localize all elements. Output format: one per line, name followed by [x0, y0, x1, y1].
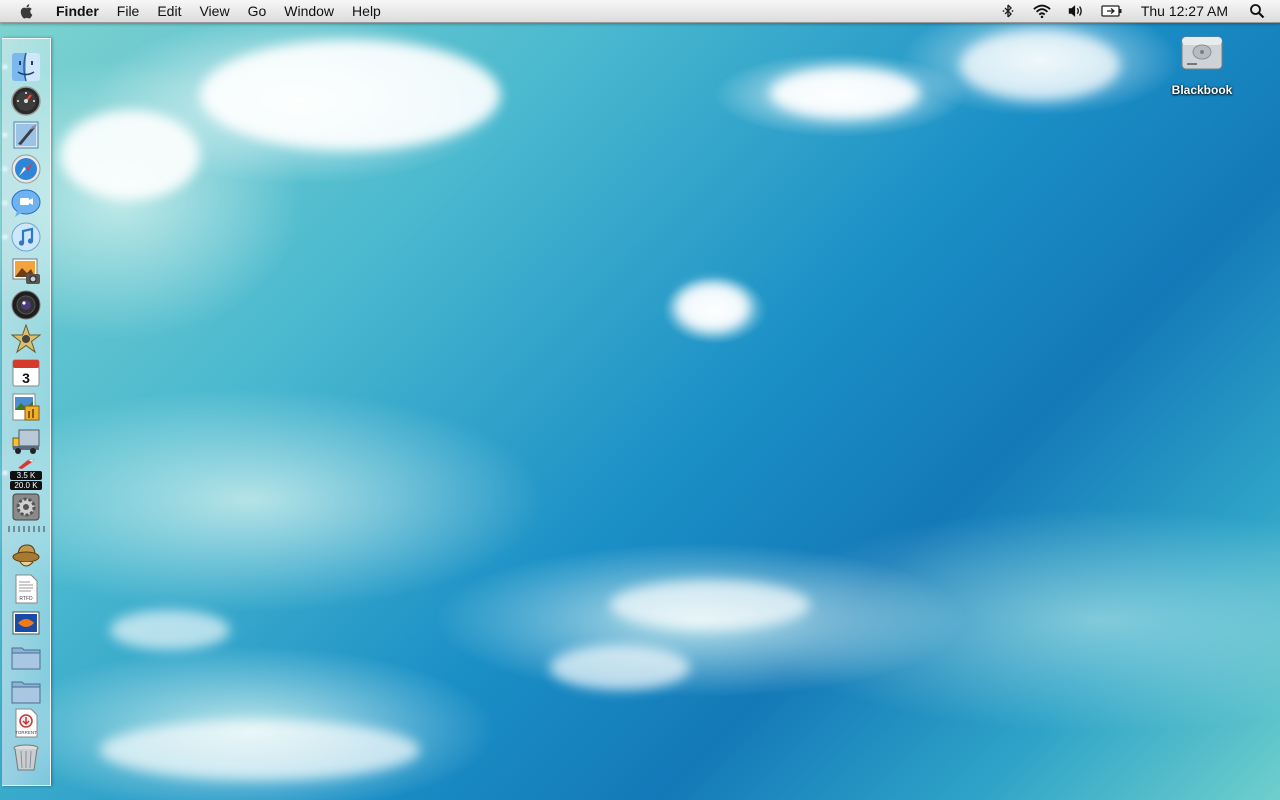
dock-ichat[interactable]	[10, 187, 42, 219]
spotlight-icon[interactable]	[1248, 3, 1266, 19]
menu-extras: Thu 12:27 AM	[991, 0, 1280, 22]
running-indicator	[3, 65, 7, 69]
running-indicator	[3, 133, 7, 137]
iphoto-icon	[12, 258, 40, 284]
dock-trash[interactable]	[10, 741, 42, 773]
menu-file[interactable]: File	[108, 0, 149, 22]
dock-separator	[8, 526, 46, 532]
preview-icon	[12, 393, 40, 421]
dock-mail[interactable]	[10, 119, 42, 151]
menu-window[interactable]: Window	[275, 0, 343, 22]
ical-icon: 3	[12, 359, 40, 387]
dock-torrent-document[interactable]: TORRENT	[10, 707, 42, 739]
battery-icon[interactable]	[1101, 3, 1123, 19]
dock-itunes[interactable]	[10, 221, 42, 253]
desktop-drive-blackbook[interactable]: Blackbook	[1163, 30, 1241, 97]
dock-folder[interactable]	[10, 641, 42, 673]
delivery-truck-icon	[12, 429, 40, 454]
system-preferences-icon	[12, 493, 40, 521]
imovie-icon	[11, 324, 41, 354]
cloud	[610, 580, 810, 630]
dock-ical[interactable]: 3	[10, 357, 42, 389]
cloud	[100, 720, 420, 780]
ical-day: 3	[22, 370, 30, 386]
running-indicator	[3, 201, 7, 205]
cloud	[770, 68, 920, 118]
dock-safari[interactable]	[10, 153, 42, 185]
folder-icon	[11, 647, 41, 670]
picture-document-icon	[12, 611, 40, 635]
dock: 3 3.5 K 20.0 K RTFD TORRENT	[2, 38, 51, 786]
cloud	[550, 645, 690, 690]
menu-help[interactable]: Help	[343, 0, 390, 22]
menu-edit[interactable]: Edit	[148, 0, 190, 22]
dock-preview[interactable]	[10, 391, 42, 423]
wifi-icon[interactable]	[1033, 3, 1051, 19]
net-download-rate: 20.0 K	[10, 481, 42, 490]
torrent-document-icon: TORRENT	[15, 708, 38, 738]
menu-go[interactable]: Go	[239, 0, 276, 22]
dock-folder[interactable]	[10, 675, 42, 707]
menu-clock[interactable]: Thu 12:27 AM	[1141, 3, 1228, 19]
hard-drive-icon	[1181, 36, 1223, 70]
mail-icon	[13, 121, 39, 149]
safari-icon	[11, 154, 41, 184]
dock-network-monitor[interactable]: 3.5 K 20.0 K	[10, 457, 42, 491]
dock-iphoto[interactable]	[10, 255, 42, 287]
menu-bar: Finder File Edit View Go Window Help Thu…	[0, 0, 1280, 23]
dock-picture-document[interactable]	[10, 607, 42, 639]
drive-label: Blackbook	[1171, 83, 1233, 97]
running-indicator	[3, 167, 7, 171]
itunes-icon	[11, 222, 41, 252]
dock-photo-booth[interactable]	[10, 289, 42, 321]
desktop-wallpaper	[0, 0, 1280, 800]
dock-finder[interactable]	[10, 51, 42, 83]
dock-system-preferences[interactable]	[10, 491, 42, 523]
folder-icon	[11, 681, 41, 704]
cloud	[675, 282, 750, 332]
cloud	[110, 610, 230, 650]
dock-delivery-app[interactable]	[10, 425, 42, 457]
photo-booth-icon	[11, 290, 41, 320]
finder-icon	[12, 52, 40, 82]
menu-app-finder[interactable]: Finder	[48, 0, 108, 22]
volume-icon[interactable]	[1067, 3, 1085, 19]
rtfd-label: RTFD	[19, 596, 33, 602]
network-monitor-icon	[18, 458, 35, 469]
ichat-icon	[11, 189, 41, 217]
apple-menu-icon[interactable]	[18, 2, 36, 20]
rtfd-document-icon: RTFD	[15, 574, 38, 604]
cloud	[960, 30, 1120, 100]
dock-dashboard[interactable]	[10, 85, 42, 117]
hat-icon	[12, 544, 40, 567]
running-indicator	[3, 235, 7, 239]
cloud	[60, 110, 200, 200]
trash-icon	[13, 744, 39, 771]
running-indicator	[3, 471, 7, 475]
cloud	[200, 40, 500, 150]
bluetooth-icon[interactable]	[999, 3, 1017, 19]
dock-imovie[interactable]	[10, 323, 42, 355]
net-upload-rate: 3.5 K	[10, 471, 42, 480]
dock-rtfd-document[interactable]: RTFD	[10, 573, 42, 605]
dashboard-icon	[11, 86, 41, 116]
menu-view[interactable]: View	[190, 0, 238, 22]
dock-hat-app[interactable]	[10, 539, 42, 571]
torrent-label: TORRENT	[15, 730, 37, 735]
